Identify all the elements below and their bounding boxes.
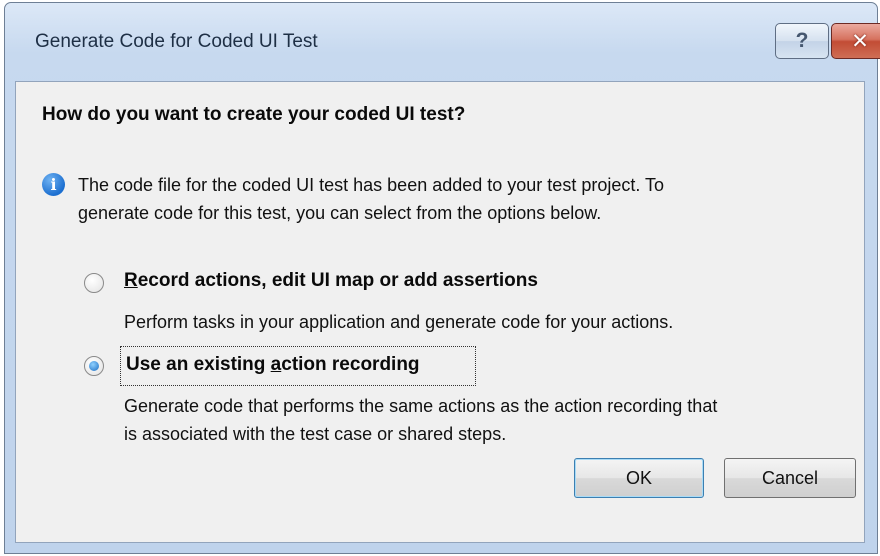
close-button[interactable]: ✕ [831, 23, 880, 59]
help-button[interactable]: ? [775, 23, 829, 59]
help-icon: ? [795, 29, 809, 52]
record-actions-label-text: ecord actions, edit UI map or add assert… [137, 270, 538, 291]
record-actions-description: Perform tasks in your application and ge… [124, 312, 674, 332]
use-existing-recording-description: Generate code that performs the same act… [124, 392, 844, 448]
radio-selected-dot [89, 361, 99, 371]
info-message-line-1: The code file for the coded UI test has … [78, 175, 665, 195]
close-icon: ✕ [851, 29, 869, 53]
info-icon: i [42, 173, 65, 196]
use-existing-recording-radio[interactable] [84, 356, 104, 376]
info-message: The code file for the coded UI test has … [78, 171, 838, 227]
title-bar[interactable]: Generate Code for Coded UI Test ? ✕ [5, 3, 880, 81]
record-actions-label[interactable]: Record actions, edit UI map or add asser… [124, 270, 538, 292]
cancel-button[interactable]: Cancel [724, 458, 856, 498]
dialog-window: Generate Code for Coded UI Test ? ✕ How … [4, 2, 880, 554]
use-existing-description-line-1: Generate code that performs the same act… [124, 396, 718, 416]
use-existing-recording-label[interactable]: Use an existing action recording [126, 354, 420, 376]
info-message-line-2: generate code for this test, you can sel… [78, 203, 602, 223]
use-existing-description-line-2: is associated with the test case or shar… [124, 424, 507, 444]
use-existing-label-after: ction recording [281, 354, 420, 375]
window-title: Generate Code for Coded UI Test [35, 31, 318, 52]
dialog-content: How do you want to create your coded UI … [15, 81, 865, 543]
record-actions-mnemonic: R [124, 270, 138, 291]
use-existing-mnemonic: a [270, 354, 282, 375]
ok-button[interactable]: OK [574, 458, 704, 498]
use-existing-label-before: Use an existing [126, 354, 271, 375]
dialog-heading: How do you want to create your coded UI … [42, 104, 466, 125]
record-actions-radio[interactable] [84, 273, 104, 293]
